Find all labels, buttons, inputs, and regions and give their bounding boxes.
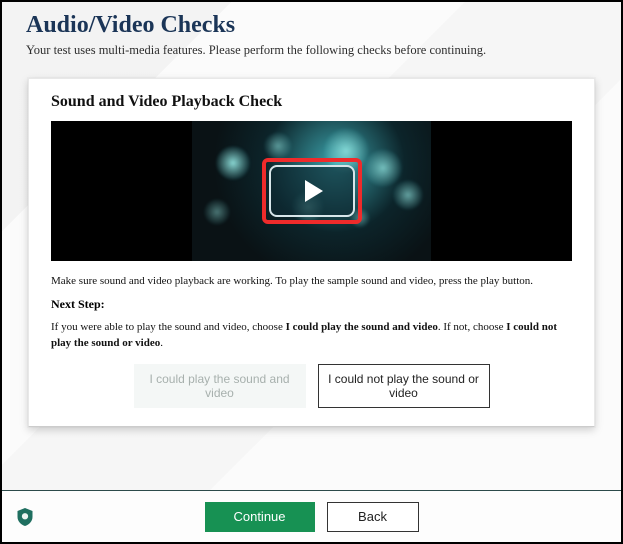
next-step-text: If you were able to play the sound and v… [51, 321, 286, 333]
choice-row: I could play the sound and video I could… [51, 364, 572, 408]
playback-instruction: Make sure sound and video playback are w… [51, 275, 572, 287]
check-card: Sound and Video Playback Check Make sure… [28, 78, 595, 427]
card-title: Sound and Video Playback Check [51, 93, 572, 111]
footer-bar: Continue Back [2, 490, 621, 542]
next-step-opt1: I could play the sound and video [286, 321, 438, 333]
back-button[interactable]: Back [327, 502, 419, 532]
next-step-text: . [160, 337, 163, 349]
page-subtitle: Your test uses multi-media features. Ple… [26, 43, 597, 58]
page-header: Audio/Video Checks Your test uses multi-… [2, 2, 621, 64]
shield-icon [16, 507, 34, 527]
could-not-play-button[interactable]: I could not play the sound or video [318, 364, 490, 408]
play-button[interactable] [269, 165, 355, 217]
play-icon [305, 180, 323, 202]
next-step-instruction: If you were able to play the sound and v… [51, 320, 572, 352]
video-player[interactable] [51, 121, 572, 261]
play-button-highlight [262, 158, 362, 224]
could-play-button[interactable]: I could play the sound and video [134, 364, 306, 408]
continue-button[interactable]: Continue [205, 502, 315, 532]
next-step-label: Next Step: [51, 297, 572, 312]
next-step-text: . If not, choose [438, 321, 506, 333]
page-title: Audio/Video Checks [26, 12, 597, 39]
